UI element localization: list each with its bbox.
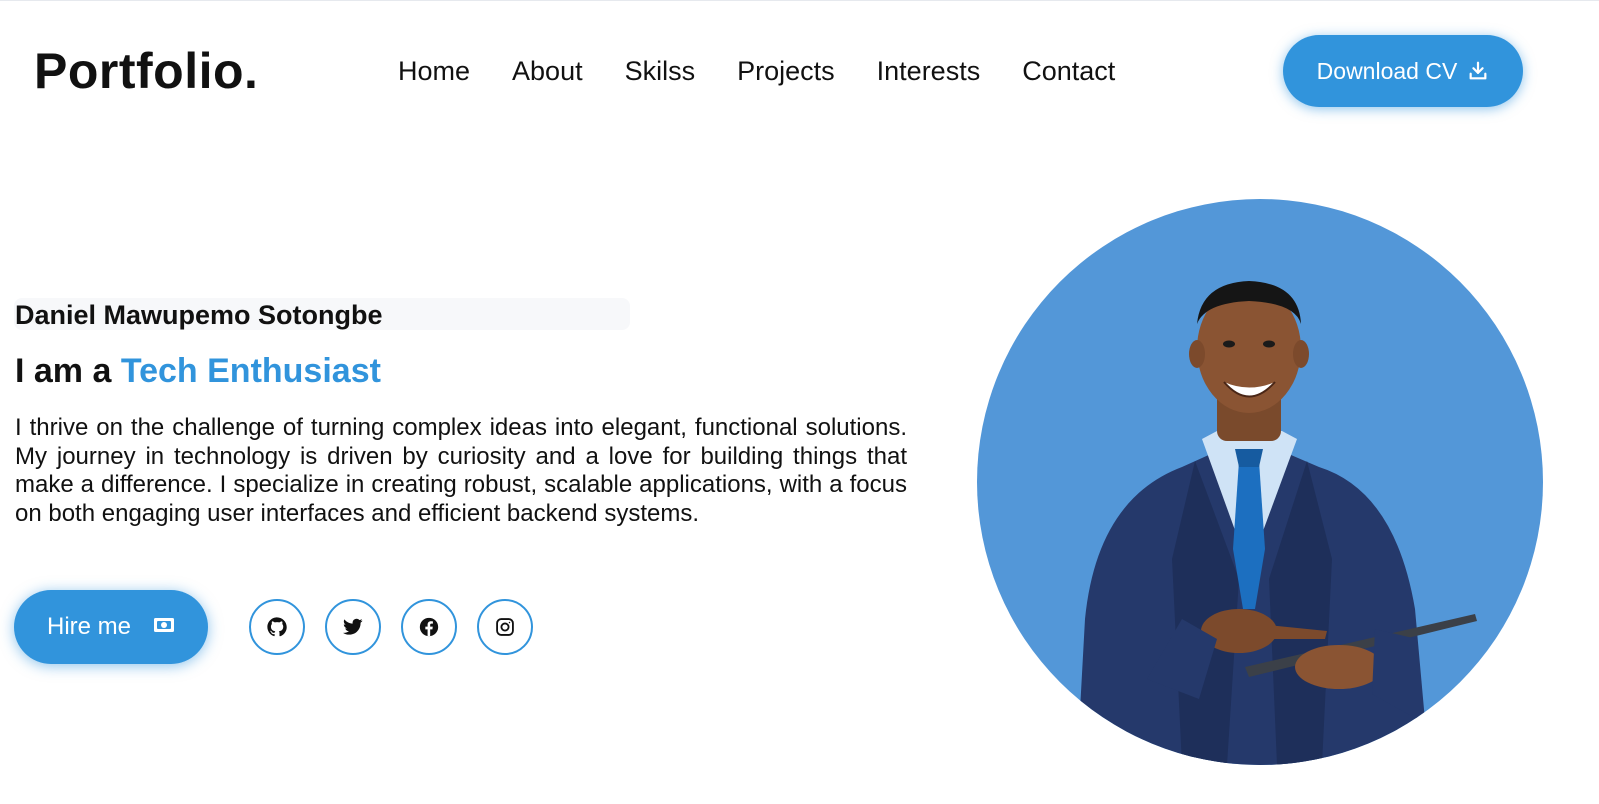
facebook-link[interactable] <box>401 599 457 655</box>
headline-prefix: I am a <box>15 352 112 390</box>
site-logo[interactable]: Portfolio. <box>34 41 258 101</box>
instagram-icon <box>495 617 515 637</box>
github-icon <box>266 616 288 638</box>
github-link[interactable] <box>249 599 305 655</box>
bio-paragraph: I thrive on the challenge of turning com… <box>15 414 907 527</box>
instagram-link[interactable] <box>477 599 533 655</box>
hire-me-label: Hire me <box>46 613 131 640</box>
nav-interests[interactable]: Interests <box>877 53 981 89</box>
person-name: Daniel Mawupemo Sotongbe <box>15 300 383 330</box>
nav-about[interactable]: About <box>512 53 583 89</box>
download-cv-button[interactable]: Download CV <box>1283 35 1523 107</box>
download-cv-label: Download CV <box>1316 57 1458 84</box>
facebook-icon <box>419 617 439 637</box>
main-nav: Home About Skilss Projects Interests Con… <box>398 53 1157 89</box>
nav-home[interactable]: Home <box>398 53 470 89</box>
nav-skills[interactable]: Skilss <box>625 53 696 89</box>
nav-projects[interactable]: Projects <box>737 53 835 89</box>
headline-role: Tech Enthusiast <box>120 352 381 390</box>
download-icon <box>1467 60 1489 82</box>
hire-me-button[interactable]: Hire me <box>14 590 208 664</box>
profile-photo <box>977 199 1543 765</box>
twitter-link[interactable] <box>325 599 381 655</box>
headline: I am a Tech Enthusiast <box>15 350 381 392</box>
nav-contact[interactable]: Contact <box>1022 53 1115 89</box>
money-icon <box>153 613 175 641</box>
portfolio-page: Portfolio. Home About Skilss Projects In… <box>0 0 1599 804</box>
twitter-icon <box>343 618 363 636</box>
